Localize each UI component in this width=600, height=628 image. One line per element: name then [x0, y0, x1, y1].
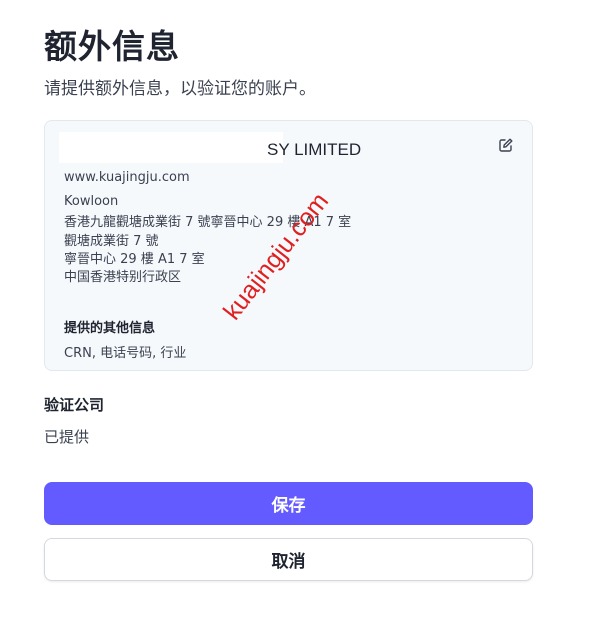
edit-pencil-icon[interactable] — [498, 137, 514, 153]
save-button[interactable]: 保存 — [44, 482, 533, 525]
other-info-label: 提供的其他信息 — [64, 321, 156, 336]
address-line: 觀塘成業街 7 號 — [64, 234, 159, 249]
address-line: Kowloon — [64, 194, 119, 209]
address-line: 寧晉中心 29 樓 A1 7 室 — [64, 252, 205, 267]
address-line: 中国香港特别行政区 — [64, 270, 182, 285]
verify-company-heading: 验证公司 — [44, 396, 105, 414]
redacted-area — [59, 132, 283, 163]
cancel-button[interactable]: 取消 — [44, 538, 533, 581]
page-title: 额外信息 — [44, 27, 180, 66]
other-info-value: CRN, 电话号码, 行业 — [64, 346, 187, 361]
page-subtitle: 请提供额外信息，以验证您的账户。 — [44, 79, 316, 99]
company-name: SY LIMITED — [267, 140, 362, 159]
website-text: www.kuajingju.com — [64, 170, 190, 185]
verify-company-status: 已提供 — [44, 428, 90, 446]
